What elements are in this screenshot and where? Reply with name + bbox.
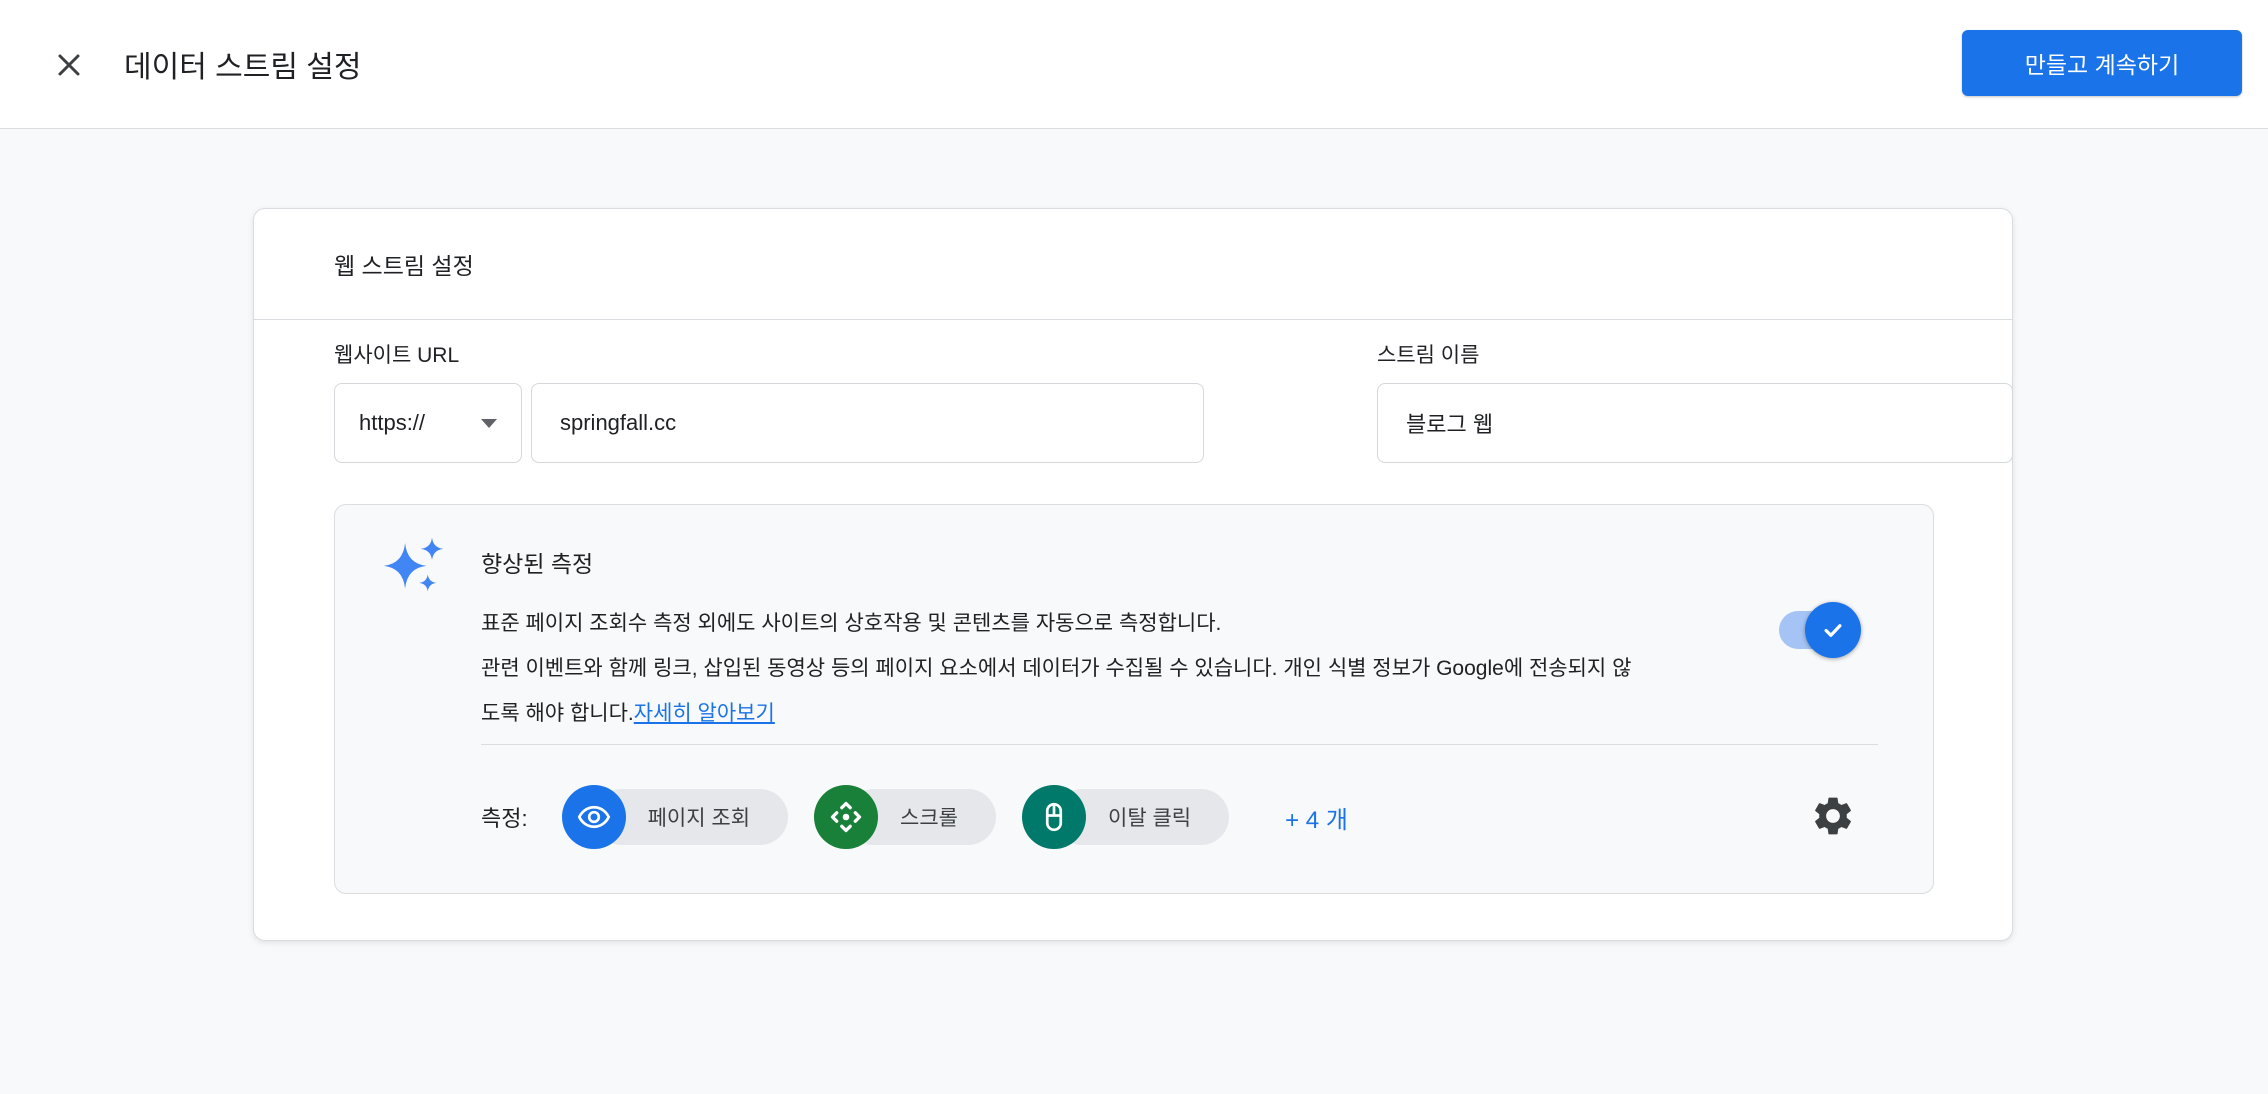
close-icon [51, 47, 87, 83]
more-measurements-link[interactable]: + 4 개 [1285, 800, 1348, 835]
close-button[interactable] [44, 40, 94, 90]
dialog-header: 데이터 스트림 설정 만들고 계속하기 [0, 0, 2268, 129]
stream-name-group: 스트림 이름 [1377, 339, 2013, 463]
sparkle-icon [381, 529, 449, 597]
eye-icon [562, 785, 626, 849]
description-line-3: 도록 해야 합니다. [481, 702, 634, 725]
website-url-label: 웹사이트 URL [334, 339, 1204, 369]
measure-label: 측정: [481, 801, 528, 833]
toggle-thumb-checked [1805, 602, 1861, 658]
chip-outbound-click: 이탈 클릭 [1022, 785, 1229, 849]
measurement-chips-row: 측정: 페이지 조회 [481, 785, 1348, 849]
chip-scroll: 스크롤 [814, 785, 996, 849]
enhanced-measurement-panel: 향상된 측정 표준 페이지 조회수 측정 외에도 사이트의 상호작용 및 콘텐츠… [334, 504, 1934, 894]
chevron-down-icon [481, 419, 497, 428]
page-title: 데이터 스트림 설정 [124, 0, 361, 128]
protocol-value: https:// [359, 410, 425, 436]
website-url-input[interactable] [531, 383, 1204, 463]
create-and-continue-button[interactable]: 만들고 계속하기 [1962, 30, 2242, 96]
scroll-icon [814, 785, 878, 849]
enhanced-measurement-title: 향상된 측정 [481, 545, 593, 579]
stream-name-label: 스트림 이름 [1377, 339, 2013, 369]
chip-page-view: 페이지 조회 [562, 785, 788, 849]
enhanced-measurement-description: 표준 페이지 조회수 측정 외에도 사이트의 상호작용 및 콘텐츠를 자동으로 … [481, 601, 1911, 736]
measurement-settings-button[interactable] [1809, 792, 1857, 840]
description-line-2: 관련 이벤트와 함께 링크, 삽입된 동영상 등의 페이지 요소에서 데이터가 … [481, 657, 1631, 680]
panel-divider [481, 744, 1878, 745]
web-stream-card: 웹 스트림 설정 웹사이트 URL https:// 스트림 이름 [253, 208, 2013, 941]
enhanced-measurement-toggle[interactable] [1779, 602, 1857, 658]
learn-more-link[interactable]: 자세히 알아보기 [634, 702, 775, 725]
stream-name-input[interactable] [1377, 383, 2013, 463]
stream-form: 웹사이트 URL https:// 스트림 이름 [334, 339, 1932, 499]
section-title: 웹 스트림 설정 [254, 209, 2012, 320]
description-line-1: 표준 페이지 조회수 측정 외에도 사이트의 상호작용 및 콘텐츠를 자동으로 … [481, 612, 1221, 635]
website-url-group: 웹사이트 URL https:// [334, 339, 1204, 463]
protocol-select[interactable]: https:// [334, 383, 522, 463]
gear-icon [1810, 793, 1856, 839]
mouse-icon [1022, 785, 1086, 849]
